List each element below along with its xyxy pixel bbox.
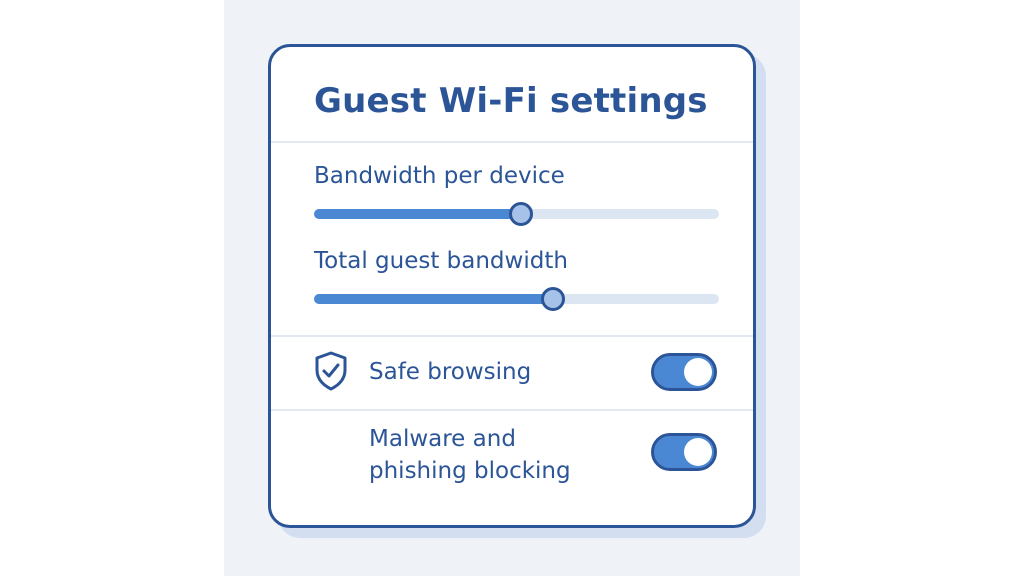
- title-divider: [271, 141, 753, 143]
- row-divider: [271, 409, 753, 411]
- shield-check-icon: [315, 351, 347, 391]
- page-title: Guest Wi-Fi settings: [314, 81, 708, 121]
- total-guest-bandwidth-slider[interactable]: [314, 287, 719, 311]
- slider-fill: [314, 294, 553, 304]
- total-guest-bandwidth-label: Total guest bandwidth: [314, 248, 568, 274]
- malware-blocking-label-line2: phishing blocking: [369, 458, 571, 484]
- safe-browsing-toggle[interactable]: [651, 353, 717, 391]
- malware-phishing-blocking-toggle[interactable]: [651, 433, 717, 471]
- bandwidth-per-device-slider[interactable]: [314, 202, 719, 226]
- slider-thumb[interactable]: [540, 287, 565, 311]
- toggle-knob: [684, 438, 712, 466]
- slider-thumb[interactable]: [508, 202, 533, 226]
- malware-blocking-label: Malware and phishing blocking: [369, 423, 571, 487]
- bandwidth-per-device-label: Bandwidth per device: [314, 163, 565, 189]
- safe-browsing-label: Safe browsing: [369, 359, 532, 385]
- guest-wifi-settings-card: Guest Wi-Fi settings Bandwidth per devic…: [268, 44, 756, 528]
- toggle-knob: [684, 358, 712, 386]
- slider-fill: [314, 209, 521, 219]
- section-divider: [271, 335, 753, 337]
- malware-blocking-label-line1: Malware and: [369, 426, 516, 452]
